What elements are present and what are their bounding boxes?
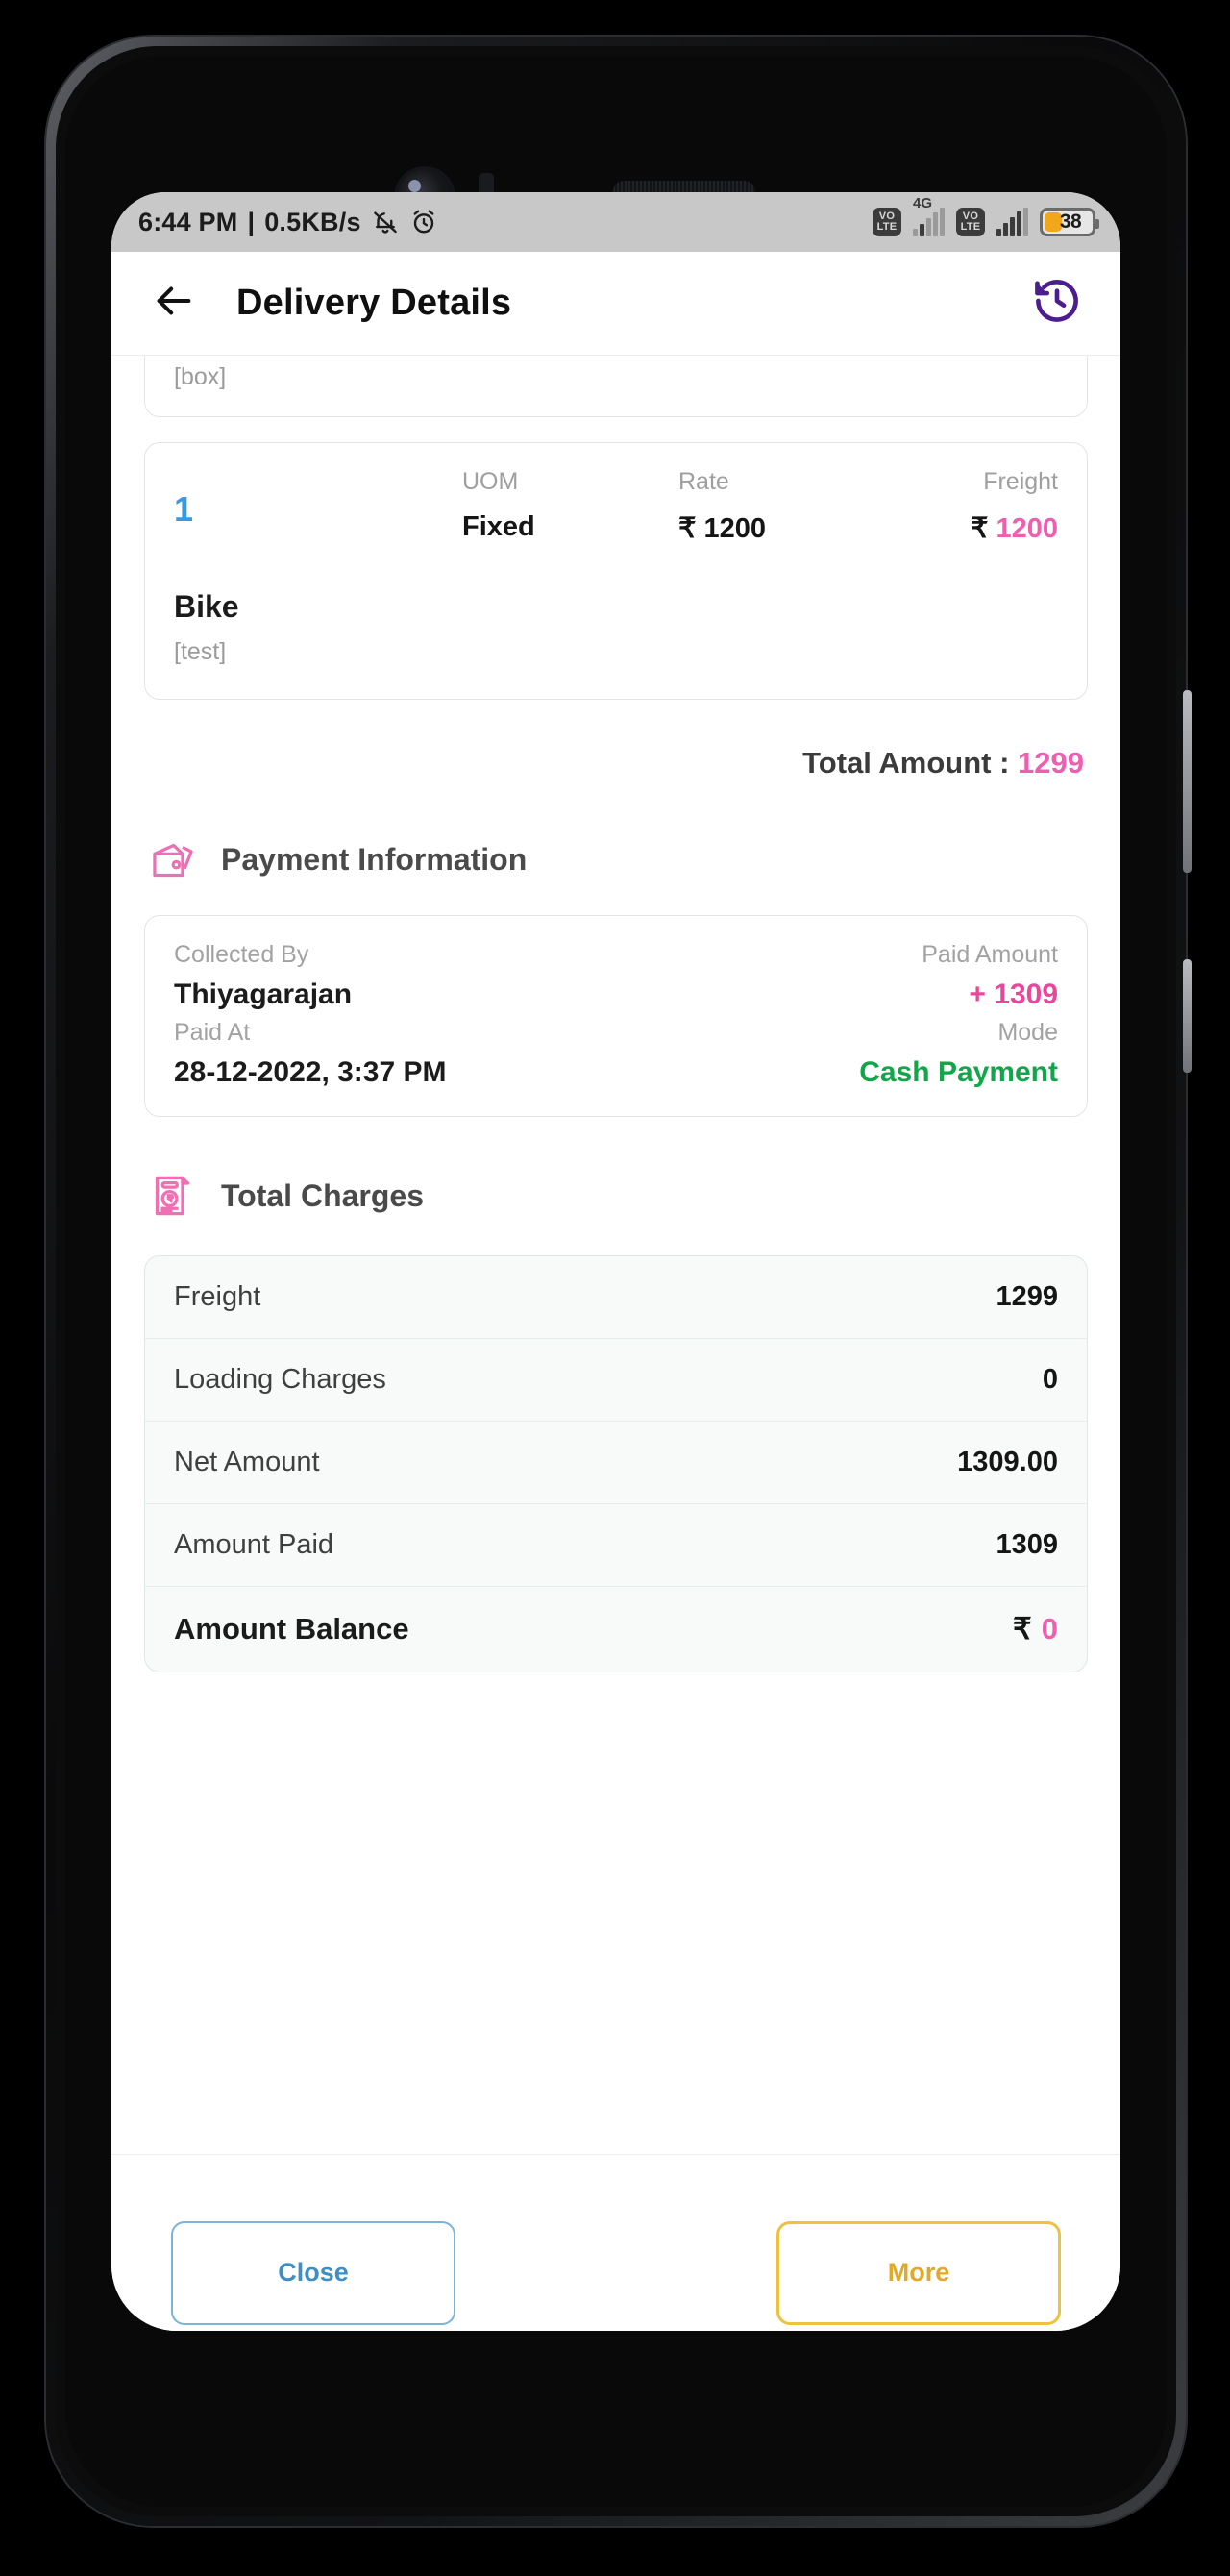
charges-value: 1299: [996, 1281, 1058, 1312]
charges-row: Amount Paid 1309: [145, 1504, 1087, 1587]
paid-amount-value: + 1309: [969, 978, 1058, 1010]
volume-button[interactable]: [1183, 690, 1192, 873]
item-card[interactable]: 1 UOM Fixed Rate ₹ 1200 Freight ₹ 1200 B…: [144, 442, 1088, 700]
screenshot-stage: 6:44 PM | 0.5KB/s VO LTE 4G VO LTE 38 De…: [0, 0, 1230, 2576]
volte-icon-sim1: VO LTE: [873, 208, 901, 236]
payment-card[interactable]: Collected By Thiyagarajan Paid Amount + …: [144, 915, 1088, 1117]
network-type-label: 4G: [913, 195, 933, 211]
charges-row: Loading Charges 0: [145, 1339, 1087, 1422]
amount-balance-label: Amount Balance: [174, 1612, 409, 1646]
mode-label: Mode: [997, 1019, 1058, 1046]
bell-off-icon: [371, 208, 400, 236]
total-charges-header: Total Charges: [144, 1171, 1088, 1221]
charges-label: Net Amount: [174, 1447, 320, 1477]
item-sub: [test]: [174, 638, 227, 665]
item-freight-amount: 1200: [996, 513, 1058, 544]
alarm-icon: [409, 208, 438, 236]
rupee-symbol: ₹: [1013, 1612, 1032, 1646]
item-sub: [box]: [174, 363, 227, 390]
history-icon: [1030, 274, 1084, 333]
mode-column: Mode Cash Payment: [859, 1019, 1058, 1089]
status-time: 6:44 PM: [138, 207, 238, 236]
item-card-top: 1 UOM Fixed Rate ₹ 1200 Freight ₹ 1200: [174, 468, 1058, 545]
collected-by-value: Thiyagarajan: [174, 978, 353, 1010]
item-uom-column: UOM Fixed: [462, 468, 578, 545]
rupee-symbol: ₹: [970, 513, 989, 544]
total-amount-value: 1299: [1018, 746, 1084, 780]
item-rate-value: ₹ 1200: [678, 513, 767, 544]
charges-label: Amount Paid: [174, 1529, 334, 1560]
item-freight-label: Freight: [983, 468, 1058, 495]
charges-value: 1309: [996, 1529, 1058, 1560]
charges-row-balance: Amount Balance ₹0: [145, 1587, 1087, 1672]
page-title: Delivery Details: [236, 283, 512, 323]
amount-balance-amount: 0: [1041, 1612, 1058, 1646]
paid-at-label: Paid At: [174, 1019, 251, 1046]
paid-at-column: Paid At 28-12-2022, 3:37 PM: [174, 1019, 447, 1089]
app-bar: Delivery Details: [111, 252, 1120, 356]
status-separator: |: [247, 207, 256, 236]
scroll-content[interactable]: Carton box [box] 1 UOM Fixed Rate ₹ 1200: [111, 356, 1120, 2154]
charges-label: Freight: [174, 1281, 261, 1312]
item-freight-column: Freight ₹ 1200: [923, 468, 1058, 545]
total-amount-row: Total Amount : 1299: [144, 746, 1088, 780]
total-amount-label: Total Amount :: [802, 746, 1010, 780]
history-button[interactable]: [1026, 273, 1088, 334]
payment-row-paid-at: Paid At 28-12-2022, 3:37 PM Mode Cash Pa…: [174, 1019, 1058, 1089]
volte-icon-sim2: VO LTE: [956, 208, 985, 236]
paid-amount-label: Paid Amount: [922, 941, 1058, 968]
collected-by-column: Collected By Thiyagarajan: [174, 941, 352, 1011]
power-button[interactable]: [1183, 959, 1192, 1073]
item-columns: UOM Fixed Rate ₹ 1200 Freight ₹ 1200: [462, 468, 1058, 545]
wallet-icon: [148, 834, 198, 884]
status-bar-right: VO LTE 4G VO LTE 38: [873, 195, 1099, 236]
battery-icon: 38: [1040, 208, 1099, 236]
phone-screen: 6:44 PM | 0.5KB/s VO LTE 4G VO LTE 38 De…: [111, 192, 1120, 2331]
item-uom-value: Fixed: [462, 511, 535, 542]
bottom-action-bar: Close More: [111, 2154, 1120, 2331]
charges-value: 0: [1042, 1364, 1058, 1395]
signal-bars-sim2: [996, 208, 1028, 236]
item-card-clipped[interactable]: Carton box [box]: [144, 356, 1088, 417]
charges-row: Net Amount 1309.00: [145, 1422, 1087, 1504]
charges-row: Freight 1299: [145, 1256, 1087, 1339]
payment-row-collected: Collected By Thiyagarajan Paid Amount + …: [174, 941, 1058, 1011]
payment-information-title: Payment Information: [221, 841, 528, 877]
close-button[interactable]: Close: [171, 2220, 455, 2325]
paid-at-value: 28-12-2022, 3:37 PM: [174, 1056, 447, 1088]
amount-balance-value: ₹0: [1013, 1612, 1058, 1647]
item-uom-label: UOM: [462, 468, 519, 495]
item-index: 1: [174, 489, 194, 529]
paid-amount-column: Paid Amount + 1309: [922, 941, 1058, 1011]
mode-value: Cash Payment: [859, 1056, 1058, 1088]
arrow-left-icon: [152, 279, 196, 328]
signal-bars-sim1: 4G: [913, 195, 945, 236]
item-freight-value: ₹ 1200: [971, 511, 1058, 545]
charges-value: 1309.00: [957, 1447, 1058, 1477]
invoice-icon: [148, 1171, 198, 1221]
collected-by-label: Collected By: [174, 941, 309, 968]
charges-table: Freight 1299 Loading Charges 0 Net Amoun…: [144, 1255, 1088, 1672]
status-bar-left: 6:44 PM | 0.5KB/s: [138, 208, 438, 237]
status-bar: 6:44 PM | 0.5KB/s VO LTE 4G VO LTE 38: [111, 192, 1120, 252]
back-button[interactable]: [144, 274, 204, 334]
total-charges-title: Total Charges: [221, 1177, 424, 1213]
charges-label: Loading Charges: [174, 1364, 386, 1395]
status-network-speed: 0.5KB/s: [264, 207, 361, 236]
payment-information-header: Payment Information: [144, 834, 1088, 884]
item-rate-column: Rate ₹ 1200: [678, 468, 823, 545]
more-button[interactable]: More: [776, 2220, 1061, 2325]
item-name: Bike: [174, 589, 239, 624]
item-rate-label: Rate: [678, 468, 729, 495]
battery-percent: 38: [1059, 211, 1082, 233]
